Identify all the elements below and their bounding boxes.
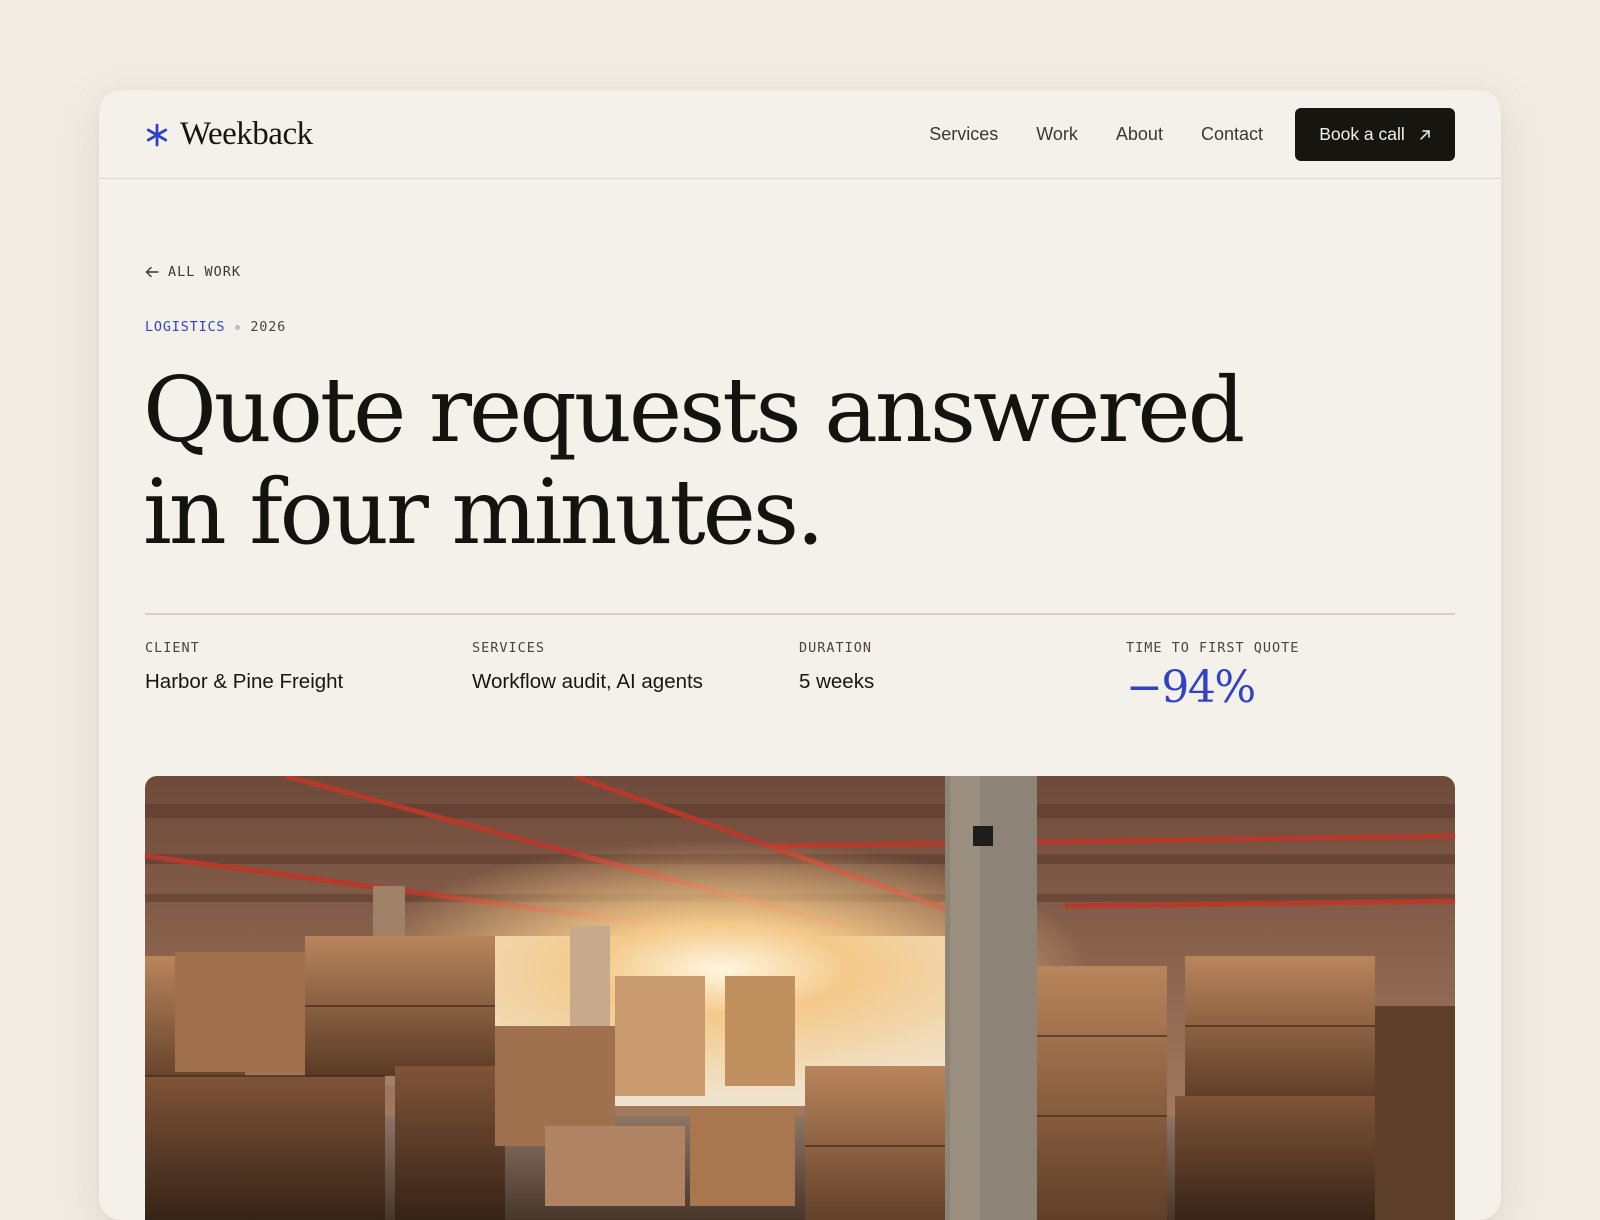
fact-client: CLIENT Harbor & Pine Freight: [145, 640, 343, 694]
book-a-call-label: Book a call: [1319, 124, 1405, 144]
case-meta: LOGISTICS 2026: [145, 319, 286, 335]
back-link-label: ALL WORK: [168, 264, 242, 280]
fact-duration: DURATION 5 weeks: [799, 640, 874, 694]
page-title: Quote requests answered in four minutes.: [143, 358, 1245, 565]
brand-name: Weekback: [180, 115, 313, 152]
project-facts: CLIENT Harbor & Pine Freight SERVICES Wo…: [145, 640, 1455, 730]
page-title-line-2: in four minutes.: [143, 460, 825, 565]
back-to-all-work-link[interactable]: ALL WORK: [145, 264, 241, 280]
nav-link-services[interactable]: Services: [929, 124, 998, 145]
asterisk-logo-icon: [146, 123, 168, 147]
fact-label: DURATION: [799, 640, 873, 656]
book-a-call-button[interactable]: Book a call: [1295, 108, 1455, 161]
page-title-line-1: Quote requests answered: [143, 358, 1245, 463]
brand-logo-link[interactable]: Weekback: [145, 112, 313, 156]
category-tag[interactable]: LOGISTICS: [145, 319, 225, 335]
main-nav: Services Work About Contact: [929, 90, 1263, 179]
meta-separator-dot: [235, 324, 241, 330]
nav-link-about[interactable]: About: [1116, 124, 1163, 145]
fact-stat-value: −94%: [1126, 662, 1256, 713]
fact-label: TIME TO FIRST QUOTE: [1126, 640, 1300, 656]
nav-link-work[interactable]: Work: [1036, 124, 1078, 145]
nav-link-contact[interactable]: Contact: [1201, 124, 1263, 145]
fact-value: Workflow audit, AI agents: [472, 670, 703, 693]
fact-label: SERVICES: [472, 640, 546, 656]
hero-photo-warehouse: [145, 776, 1455, 1220]
browser-window: Weekback Services Work About Contact Boo…: [99, 90, 1501, 1220]
site-header: Weekback Services Work About Contact Boo…: [99, 90, 1501, 179]
fact-label: CLIENT: [145, 640, 200, 656]
fact-value: 5 weeks: [799, 670, 875, 693]
warehouse-image: [145, 776, 1455, 1220]
arrow-up-right-icon: [1420, 129, 1430, 140]
project-year: 2026: [250, 319, 287, 335]
fact-time-to-first-quote: TIME TO FIRST QUOTE −94%: [1126, 640, 1299, 713]
fact-services: SERVICES Workflow audit, AI agents: [472, 640, 703, 694]
section-divider: [145, 613, 1455, 615]
arrow-left-icon: [145, 266, 159, 278]
fact-value: Harbor & Pine Freight: [145, 670, 344, 693]
